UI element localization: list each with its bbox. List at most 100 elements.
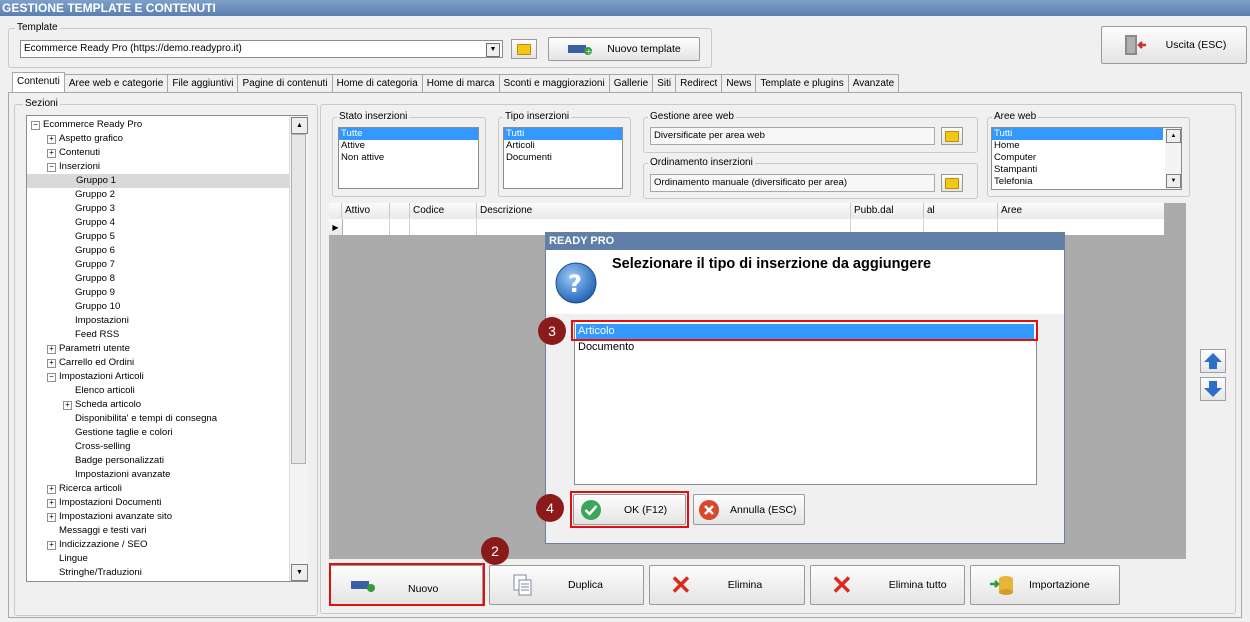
tree-item[interactable]: Gruppo 4 bbox=[27, 216, 289, 230]
tab-home-di-categoria[interactable]: Home di categoria bbox=[331, 74, 423, 92]
tab-news[interactable]: News bbox=[721, 74, 757, 92]
template-select[interactable]: Ecommerce Ready Pro (https://demo.readyp… bbox=[20, 40, 503, 58]
cancel-button[interactable]: Annulla (ESC) bbox=[693, 494, 805, 525]
option-documento[interactable]: Documento bbox=[576, 340, 1034, 355]
collapse-icon[interactable]: − bbox=[47, 163, 56, 172]
tree-item[interactable]: Gruppo 8 bbox=[27, 272, 289, 286]
tree-item[interactable]: − Impostazioni Articoli bbox=[27, 370, 289, 384]
tab-contenuti[interactable]: Contenuti bbox=[12, 72, 65, 92]
tree-item[interactable]: Badge personalizzati bbox=[27, 454, 289, 468]
expand-icon[interactable]: + bbox=[47, 513, 56, 522]
tree-item[interactable]: + Carrello ed Ordini bbox=[27, 356, 289, 370]
tree-item[interactable]: Disponibilita' e tempi di consegna bbox=[27, 412, 289, 426]
tab-avanzate[interactable]: Avanzate bbox=[847, 74, 900, 92]
tree-item[interactable]: + Parametri utente bbox=[27, 342, 289, 356]
tree-item[interactable]: Gruppo 5 bbox=[27, 230, 289, 244]
collapse-icon[interactable]: − bbox=[31, 121, 40, 130]
stato-option[interactable]: Tutte bbox=[339, 128, 478, 140]
expand-icon[interactable]: + bbox=[47, 359, 56, 368]
tree-item[interactable]: + Contenuti bbox=[27, 146, 289, 160]
scroll-down-icon[interactable]: ▼ bbox=[291, 564, 308, 581]
aree-scrollbar[interactable]: ▲ ▼ bbox=[1165, 128, 1181, 189]
grid-col-blank[interactable] bbox=[390, 203, 410, 218]
grid-col-aree[interactable]: Aree bbox=[998, 203, 1164, 218]
tab-sconti-e-maggiorazioni[interactable]: Sconti e maggiorazioni bbox=[498, 74, 610, 92]
stato-option[interactable]: Non attive bbox=[339, 152, 478, 164]
tree-item[interactable]: Lingue bbox=[27, 552, 289, 566]
elimina-tutto-button[interactable]: ✕ Elimina tutto bbox=[810, 565, 965, 605]
tree-item[interactable]: Gruppo 2 bbox=[27, 188, 289, 202]
tree-item[interactable]: Impostazioni bbox=[27, 314, 289, 328]
grid-col-attivo[interactable]: Attivo bbox=[342, 203, 390, 218]
grid-col-codice[interactable]: Codice bbox=[410, 203, 477, 218]
tree-item[interactable]: + Indicizzazione / SEO bbox=[27, 538, 289, 552]
tree-item[interactable]: + Impostazioni avanzate sito bbox=[27, 510, 289, 524]
expand-icon[interactable]: + bbox=[47, 149, 56, 158]
expand-icon[interactable]: + bbox=[47, 541, 56, 550]
aree-option[interactable]: Tutti bbox=[992, 128, 1163, 140]
tipo-option[interactable]: Documenti bbox=[504, 152, 622, 164]
expand-icon[interactable]: + bbox=[47, 135, 56, 144]
expand-icon[interactable]: + bbox=[47, 485, 56, 494]
stato-option[interactable]: Attive bbox=[339, 140, 478, 152]
aree-option[interactable]: Telefonia bbox=[992, 176, 1163, 188]
tree-item[interactable]: Cross-selling bbox=[27, 440, 289, 454]
scroll-down-icon[interactable]: ▼ bbox=[1166, 174, 1181, 188]
tab-file-aggiuntivi[interactable]: File aggiuntivi bbox=[167, 74, 239, 92]
tipo-option[interactable]: Articoli bbox=[504, 140, 622, 152]
stato-listbox[interactable]: Tutte Attive Non attive bbox=[338, 127, 479, 189]
move-down-button[interactable] bbox=[1200, 377, 1226, 401]
tab-home-di-marca[interactable]: Home di marca bbox=[421, 74, 500, 92]
aree-option[interactable]: Home bbox=[992, 140, 1163, 152]
tree-item[interactable]: Gruppo 1 bbox=[27, 174, 289, 188]
tab-gallerie[interactable]: Gallerie bbox=[608, 74, 654, 92]
grid-col-al[interactable]: al bbox=[924, 203, 998, 218]
tab-pagine-di-contenuti[interactable]: Pagine di contenuti bbox=[237, 74, 333, 92]
grid-col-pubbdal[interactable]: Pubb.dal bbox=[851, 203, 924, 218]
tree-item[interactable]: Gruppo 6 bbox=[27, 244, 289, 258]
aree-listbox[interactable]: Tutti Home Computer Stampanti Telefonia ▲ ▼ bbox=[991, 127, 1182, 190]
expand-icon[interactable]: + bbox=[47, 345, 56, 354]
move-up-button[interactable] bbox=[1200, 349, 1226, 373]
duplica-button[interactable]: Duplica bbox=[489, 565, 644, 605]
tree-item[interactable]: + Aspetto grafico bbox=[27, 132, 289, 146]
tree-scrollbar[interactable]: ▲ ▼ bbox=[289, 116, 308, 581]
scroll-thumb[interactable] bbox=[291, 134, 306, 464]
tree-item[interactable]: Gruppo 9 bbox=[27, 286, 289, 300]
scroll-up-icon[interactable]: ▲ bbox=[291, 117, 308, 134]
tree-item[interactable]: Stringhe/Traduzioni bbox=[27, 566, 289, 580]
aree-option[interactable]: Stampanti bbox=[992, 164, 1163, 176]
tab-template-e-plugins[interactable]: Template e plugins bbox=[755, 74, 849, 92]
tree-item[interactable]: Messaggi e testi vari bbox=[27, 524, 289, 538]
aree-option[interactable]: Computer bbox=[992, 152, 1163, 164]
tab-aree-web-e-categorie[interactable]: Aree web e categorie bbox=[63, 74, 169, 92]
tree-item[interactable]: Gruppo 3 bbox=[27, 202, 289, 216]
scroll-up-icon[interactable]: ▲ bbox=[1166, 129, 1181, 143]
tab-redirect[interactable]: Redirect bbox=[675, 74, 723, 92]
tree-item[interactable]: Gruppo 7 bbox=[27, 258, 289, 272]
tree-item[interactable]: − Inserzioni bbox=[27, 160, 289, 174]
new-template-button[interactable]: + Nuovo template bbox=[548, 37, 700, 61]
tree-item[interactable]: Gestione taglie e colori bbox=[27, 426, 289, 440]
tab-siti[interactable]: Siti bbox=[652, 74, 677, 92]
insertion-type-list[interactable]: Articolo Documento bbox=[574, 321, 1037, 485]
expand-icon[interactable]: + bbox=[63, 401, 72, 410]
tree-item[interactable]: Elenco articoli bbox=[27, 384, 289, 398]
elimina-button[interactable]: ✕ Elimina bbox=[649, 565, 805, 605]
sections-tree[interactable]: − Ecommerce Ready Pro + Aspetto grafico + Con… bbox=[26, 115, 308, 582]
tree-item[interactable]: + Scheda articolo bbox=[27, 398, 289, 412]
grid-col-descrizione[interactable]: Descrizione bbox=[477, 203, 851, 218]
tree-item[interactable]: − Ecommerce Ready Pro bbox=[27, 118, 289, 132]
exit-button[interactable]: Uscita (ESC) bbox=[1101, 26, 1247, 64]
collapse-icon[interactable]: − bbox=[47, 373, 56, 382]
template-folder-button[interactable] bbox=[511, 39, 537, 59]
expand-icon[interactable]: + bbox=[47, 499, 56, 508]
tree-item[interactable]: Feed RSS bbox=[27, 328, 289, 342]
tree-item[interactable]: Gruppo 10 bbox=[27, 300, 289, 314]
gestione-folder-button[interactable] bbox=[941, 127, 963, 145]
tipo-option[interactable]: Tutti bbox=[504, 128, 622, 140]
tree-item[interactable]: + Ricerca articoli bbox=[27, 482, 289, 496]
importazione-button[interactable]: Importazione bbox=[970, 565, 1120, 605]
tree-item[interactable]: + Impostazioni Documenti bbox=[27, 496, 289, 510]
ordinamento-folder-button[interactable] bbox=[941, 174, 963, 192]
